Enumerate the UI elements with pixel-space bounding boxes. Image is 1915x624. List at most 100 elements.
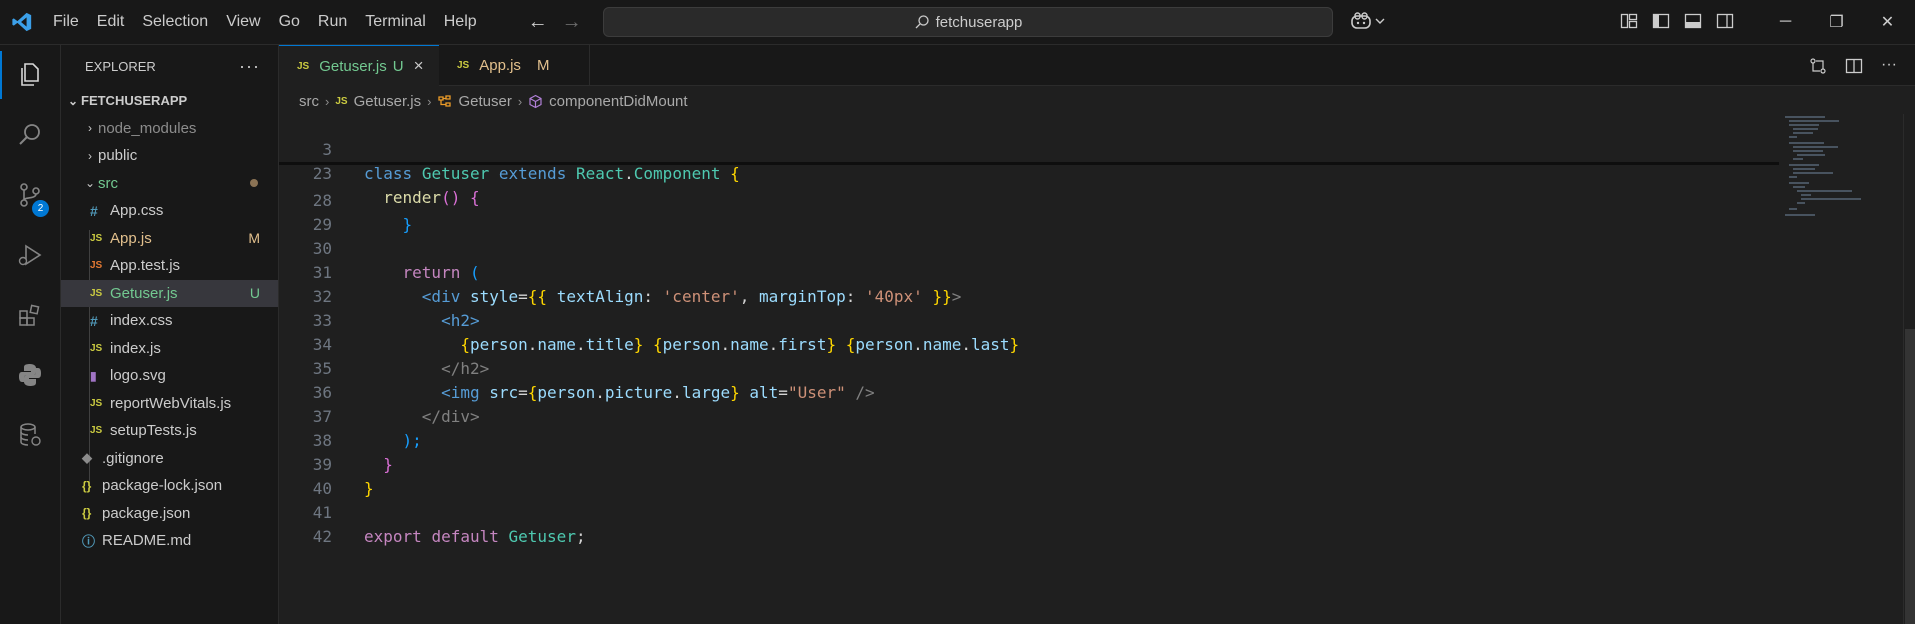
code-line: 38 } <box>279 405 393 474</box>
title-bar: File Edit Selection View Go Run Terminal… <box>0 0 1915 45</box>
tree-file-setup-tests[interactable]: JS setupTests.js <box>61 417 278 445</box>
menu-file[interactable]: File <box>44 0 88 44</box>
code-line: 29 <box>279 189 332 234</box>
code-line: 28 } <box>279 165 412 234</box>
close-window-icon[interactable]: ✕ <box>1862 12 1913 32</box>
line-number: 42 <box>312 527 332 546</box>
chevron-down-icon: ⌄ <box>67 93 79 108</box>
tree-file-report-web-vitals[interactable]: JS reportWebVitals.js <box>61 390 278 418</box>
breadcrumb-item[interactable]: componentDidMount <box>549 93 687 110</box>
toggle-primary-sidebar-icon[interactable] <box>1652 12 1670 30</box>
js-file-icon: JS <box>90 287 103 299</box>
close-tab-icon[interactable]: × <box>414 56 424 76</box>
json-file-icon: {} <box>82 478 92 493</box>
explorer-sidebar: EXPLORER ··· ⌄ FETCHUSERAPP › node_modul… <box>61 45 279 624</box>
copilot-button[interactable] <box>1350 11 1385 31</box>
toggle-secondary-sidebar-icon[interactable] <box>1716 12 1734 30</box>
toggle-panel-icon[interactable] <box>1684 12 1702 30</box>
css-file-icon: # <box>90 202 98 219</box>
tree-file-logo-svg[interactable]: ▮ logo.svg <box>61 362 278 390</box>
minimize-icon[interactable]: ─ <box>1760 13 1811 31</box>
tree-file-package-json[interactable]: {} package.json <box>61 500 278 528</box>
tab-app-js[interactable]: JS App.js M <box>439 45 590 85</box>
scrollbar-thumb[interactable] <box>1905 329 1915 624</box>
tree-file-app-js[interactable]: JS App.js M <box>61 225 278 253</box>
menu-go[interactable]: Go <box>270 0 309 44</box>
tab-getuser-js[interactable]: JS Getuser.js U × <box>279 45 439 86</box>
js-file-icon: JS <box>90 232 103 244</box>
source-control-activity[interactable]: 2 <box>0 165 60 225</box>
tree-folder-public[interactable]: › public <box>61 142 278 170</box>
extensions-icon <box>19 304 40 326</box>
layout-controls <box>1620 12 1734 30</box>
menu-bar: File Edit Selection View Go Run Terminal… <box>44 0 486 44</box>
tree-label: Getuser.js <box>110 284 178 302</box>
vertical-scrollbar[interactable] <box>1903 114 1915 624</box>
js-file-icon: JS <box>297 60 310 72</box>
js-file-icon: JS <box>335 95 348 107</box>
tab-status: M <box>536 56 550 74</box>
back-arrow-icon[interactable]: ← <box>528 11 548 34</box>
tree-file-index-js[interactable]: JS index.js <box>61 335 278 363</box>
customize-layout-icon[interactable] <box>1620 12 1638 30</box>
restore-icon[interactable]: ❐ <box>1811 12 1862 32</box>
code-line: 30 return ( <box>279 213 480 282</box>
compare-changes-icon[interactable] <box>1809 57 1827 75</box>
tree-file-readme[interactable]: ⓘ README.md <box>61 527 278 555</box>
tree-file-index-css[interactable]: # index.css <box>61 307 278 335</box>
tree-label: index.js <box>110 339 161 357</box>
tree-file-gitignore[interactable]: ◆ .gitignore <box>61 445 278 473</box>
menu-view[interactable]: View <box>217 0 269 44</box>
tree-file-package-lock[interactable]: {} package-lock.json <box>61 472 278 500</box>
python-activity[interactable] <box>0 345 60 405</box>
split-editor-icon[interactable] <box>1845 57 1863 75</box>
more-actions-icon[interactable]: ··· <box>239 56 260 77</box>
menu-edit[interactable]: Edit <box>88 0 134 44</box>
tree-label: setupTests.js <box>110 422 197 440</box>
scm-badge: 2 <box>32 200 49 217</box>
run-debug-activity[interactable] <box>0 225 60 285</box>
minimap[interactable] <box>1785 114 1900 234</box>
chevron-right-icon: › <box>517 93 523 109</box>
search-text: fetchuserapp <box>935 13 1023 31</box>
tree-label: App.js <box>110 229 152 247</box>
tree-label: package-lock.json <box>102 477 223 495</box>
js-file-icon: JS <box>90 397 103 409</box>
search-icon <box>915 15 929 29</box>
breadcrumb-item[interactable]: Getuser <box>458 93 511 110</box>
menu-selection[interactable]: Selection <box>133 0 217 44</box>
git-status-untracked: U <box>249 285 260 302</box>
more-actions-icon[interactable]: ··· <box>1881 57 1897 75</box>
code-line: 40 <box>279 453 332 498</box>
menu-terminal[interactable]: Terminal <box>356 0 434 44</box>
modified-dot-icon <box>250 179 258 188</box>
menu-run[interactable]: Run <box>309 0 356 44</box>
command-center-search[interactable]: fetchuserapp <box>603 7 1333 37</box>
tree-file-getuser-js[interactable]: JS Getuser.js U <box>61 279 278 307</box>
tree-label: App.test.js <box>110 257 181 275</box>
css-file-icon: # <box>90 312 98 329</box>
code-editor[interactable]: 3 class Getuser extends React.Component … <box>279 114 1779 624</box>
tree-file-app-css[interactable]: # App.css <box>61 197 278 225</box>
extensions-activity[interactable] <box>0 285 60 345</box>
image-file-icon: ▮ <box>90 368 97 383</box>
activity-bar: 2 <box>0 45 61 624</box>
class-symbol-icon <box>438 94 452 107</box>
tree-label: reportWebVitals.js <box>110 394 232 412</box>
breadcrumb-item[interactable]: src <box>299 93 319 110</box>
explorer-activity[interactable] <box>0 45 60 105</box>
code-line: 23 render() { <box>279 138 480 207</box>
tree-file-app-test-js[interactable]: JS App.test.js <box>61 252 278 280</box>
tree-folder-src[interactable]: ⌄ src <box>61 170 278 198</box>
test-file-icon: JS <box>90 260 103 272</box>
tree-folder-node-modules[interactable]: › node_modules <box>61 115 278 143</box>
search-activity[interactable] <box>0 105 60 165</box>
breadcrumb-item[interactable]: Getuser.js <box>354 93 422 110</box>
project-folder[interactable]: ⌄ FETCHUSERAPP <box>61 87 278 115</box>
explorer-title: EXPLORER <box>85 58 156 74</box>
chevron-right-icon: › <box>427 93 432 109</box>
menu-help[interactable]: Help <box>435 0 486 44</box>
database-activity[interactable] <box>0 405 60 465</box>
git-status-modified: M <box>248 230 260 247</box>
forward-arrow-icon[interactable]: → <box>562 11 582 34</box>
